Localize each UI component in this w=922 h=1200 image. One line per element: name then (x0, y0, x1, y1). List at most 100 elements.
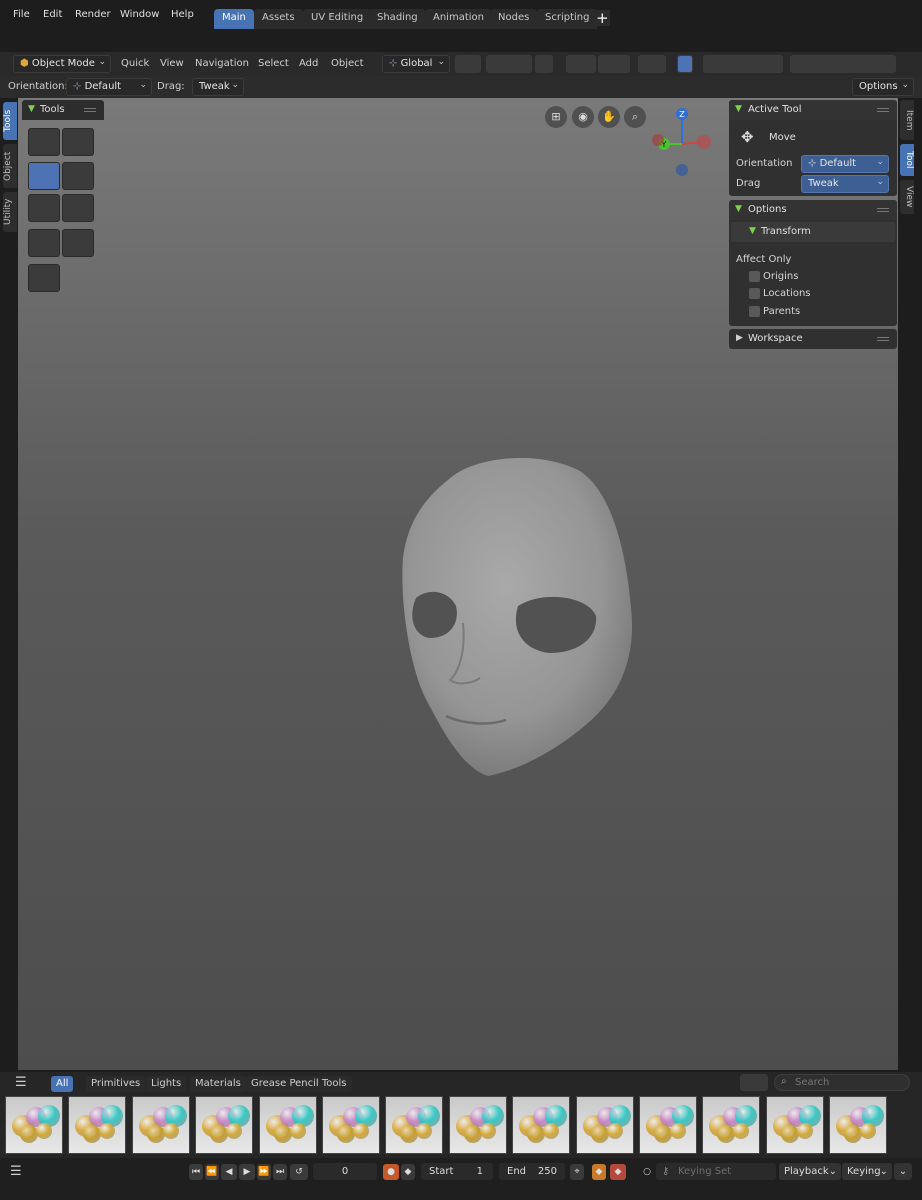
menu-object[interactable]: Object (331, 58, 364, 69)
tab-scripting[interactable]: Scripting (537, 9, 598, 29)
pan-hand-icon[interactable]: ✋ (598, 106, 620, 128)
delete-keyframe-icon[interactable]: ◆ (610, 1164, 626, 1180)
loop-icon[interactable]: ↺ (290, 1164, 308, 1180)
zoom-icon[interactable]: ⌕ (624, 106, 646, 128)
menu-edit[interactable]: Edit (43, 9, 62, 20)
hamburger-menu-icon[interactable]: ☰ (15, 1075, 27, 1090)
marker-pin-icon[interactable]: ⌖ (570, 1164, 584, 1180)
add-workspace-button[interactable]: + (596, 10, 610, 26)
menu-navigation[interactable]: Navigation (195, 58, 249, 69)
asset-thumbnail[interactable] (448, 1096, 507, 1154)
transform-orientation-dropdown[interactable]: ⊹ Global ⌄ (382, 55, 450, 73)
asset-tab-all[interactable]: All (51, 1076, 74, 1092)
snapping-icon[interactable] (486, 55, 532, 73)
select-box-tool-icon[interactable] (28, 128, 60, 156)
transform-affect-icon[interactable] (598, 55, 630, 73)
options-panel-header[interactable]: ▼ Options (729, 200, 897, 220)
drag-grip-icon[interactable] (877, 208, 889, 212)
gizmo-neg-x-axis[interactable] (652, 134, 664, 146)
display-mode-icon[interactable] (740, 1074, 768, 1091)
tools-panel-header[interactable]: ▼ Tools (22, 100, 104, 120)
jump-end-icon[interactable]: ⏭ (273, 1164, 287, 1180)
play-icon[interactable]: ▶ (239, 1164, 255, 1180)
gizmo-toggle-icon[interactable] (677, 55, 693, 73)
locations-checkbox[interactable] (749, 288, 760, 299)
timeline-menu-icon[interactable]: ☰ (10, 1164, 22, 1179)
asset-tab-primitives[interactable]: Primitives (86, 1076, 146, 1092)
transform-tool-icon[interactable] (62, 194, 94, 222)
menu-select[interactable]: Select (258, 58, 289, 69)
tab-shading[interactable]: Shading (369, 9, 426, 29)
tab-tools[interactable]: Tools (3, 102, 17, 140)
visibility-icon[interactable] (638, 55, 666, 73)
keyframe-marker-icon[interactable]: ◆ (401, 1164, 415, 1180)
menu-quick[interactable]: Quick (121, 58, 149, 69)
options-dropdown[interactable]: Options ⌄ (852, 78, 914, 96)
asset-thumbnail[interactable] (639, 1096, 697, 1154)
asset-thumbnail[interactable] (68, 1096, 127, 1154)
tab-uv-editing[interactable]: UV Editing (303, 9, 372, 29)
active-tool-panel-header[interactable]: ▼ Active Tool (729, 100, 897, 120)
menu-window[interactable]: Window (120, 9, 159, 20)
gizmo-x-axis[interactable] (697, 135, 711, 149)
keying-set-field[interactable]: ⚷ Keying Set (656, 1163, 776, 1180)
select-mode-icon[interactable] (566, 55, 596, 73)
asset-thumbnail[interactable] (258, 1096, 317, 1154)
asset-tab-grease-pencil-tools[interactable]: Grease Pencil Tools (246, 1076, 352, 1092)
tab-tool[interactable]: Tool (900, 144, 914, 176)
asset-thumbnail[interactable] (575, 1096, 634, 1154)
asset-thumbnail[interactable] (322, 1096, 380, 1154)
3d-viewport[interactable]: ▼ Tools ⊞ ◉ ✋ ⌕ Z Y ▼ Active Tool ✥ Move… (18, 98, 898, 1070)
jump-keyframe-back-icon[interactable]: ⏪ (205, 1164, 219, 1180)
transform-subpanel-header[interactable]: ▼ Transform (731, 222, 895, 242)
tab-object[interactable]: Object (3, 144, 17, 188)
timeline-options-icon[interactable]: ⌄ (894, 1163, 912, 1180)
asset-thumbnail[interactable] (702, 1096, 761, 1154)
move-tool-icon[interactable] (28, 162, 60, 190)
menu-file[interactable]: File (13, 9, 30, 20)
menu-help[interactable]: Help (171, 9, 194, 20)
drag-dropdown[interactable]: Tweak ⌄ (801, 175, 889, 193)
asset-thumbnail[interactable] (131, 1096, 190, 1154)
keying-dropdown[interactable]: Keying ⌄ (842, 1163, 892, 1180)
tab-main[interactable]: Main (214, 9, 254, 29)
navigation-gizmo[interactable]: Z Y (650, 104, 720, 184)
play-reverse-icon[interactable]: ◀ (221, 1164, 237, 1180)
tab-utility[interactable]: Utility (3, 192, 17, 232)
playback-dropdown[interactable]: Playback ⌄ (779, 1163, 841, 1180)
asset-thumbnail[interactable] (385, 1096, 444, 1154)
add-cube-tool-icon[interactable] (28, 264, 60, 292)
tab-animation[interactable]: Animation (425, 9, 492, 29)
jump-keyframe-forward-icon[interactable]: ⏩ (257, 1164, 271, 1180)
parents-checkbox[interactable] (749, 306, 760, 317)
perspective-toggle-icon[interactable]: ⊞ (545, 106, 567, 128)
asset-thumbnail[interactable] (765, 1096, 824, 1154)
asset-tab-materials[interactable]: Materials (190, 1076, 246, 1092)
asset-thumbnail[interactable] (195, 1096, 254, 1154)
gizmo-neg-z-axis[interactable] (676, 164, 688, 176)
proportional-editing-icon[interactable] (535, 55, 553, 73)
tab-view[interactable]: View (900, 180, 914, 214)
pivot-point-icon[interactable] (455, 55, 481, 73)
asset-thumbnail[interactable] (5, 1096, 63, 1154)
mode-dropdown[interactable]: ⬢ Object Mode ⌄ (13, 55, 111, 73)
drag-grip-icon[interactable] (84, 108, 96, 112)
end-frame-field[interactable]: End 250 (499, 1163, 565, 1180)
jump-start-icon[interactable]: ⏮ (189, 1164, 203, 1180)
asset-search-input[interactable]: ⌕ Search (774, 1074, 910, 1091)
cursor-tool-icon[interactable] (62, 128, 94, 156)
measure-tool-icon[interactable] (62, 229, 94, 257)
current-frame-field[interactable]: 0 (313, 1163, 377, 1180)
start-frame-field[interactable]: Start 1 (421, 1163, 493, 1180)
rotate-tool-icon[interactable] (62, 162, 94, 190)
tab-assets[interactable]: Assets (254, 9, 303, 29)
camera-view-icon[interactable]: ◉ (572, 106, 594, 128)
tab-nodes[interactable]: Nodes (490, 9, 538, 29)
menu-render[interactable]: Render (75, 9, 111, 20)
menu-view[interactable]: View (160, 58, 184, 69)
orientation-dropdown[interactable]: ⊹ Default ⌄ (66, 78, 152, 96)
overlay-buttons-icon[interactable] (790, 55, 896, 73)
drag-grip-icon[interactable] (877, 337, 889, 341)
shading-mode-icon[interactable] (703, 55, 783, 73)
insert-keyframe-icon[interactable]: ◆ (592, 1164, 606, 1180)
